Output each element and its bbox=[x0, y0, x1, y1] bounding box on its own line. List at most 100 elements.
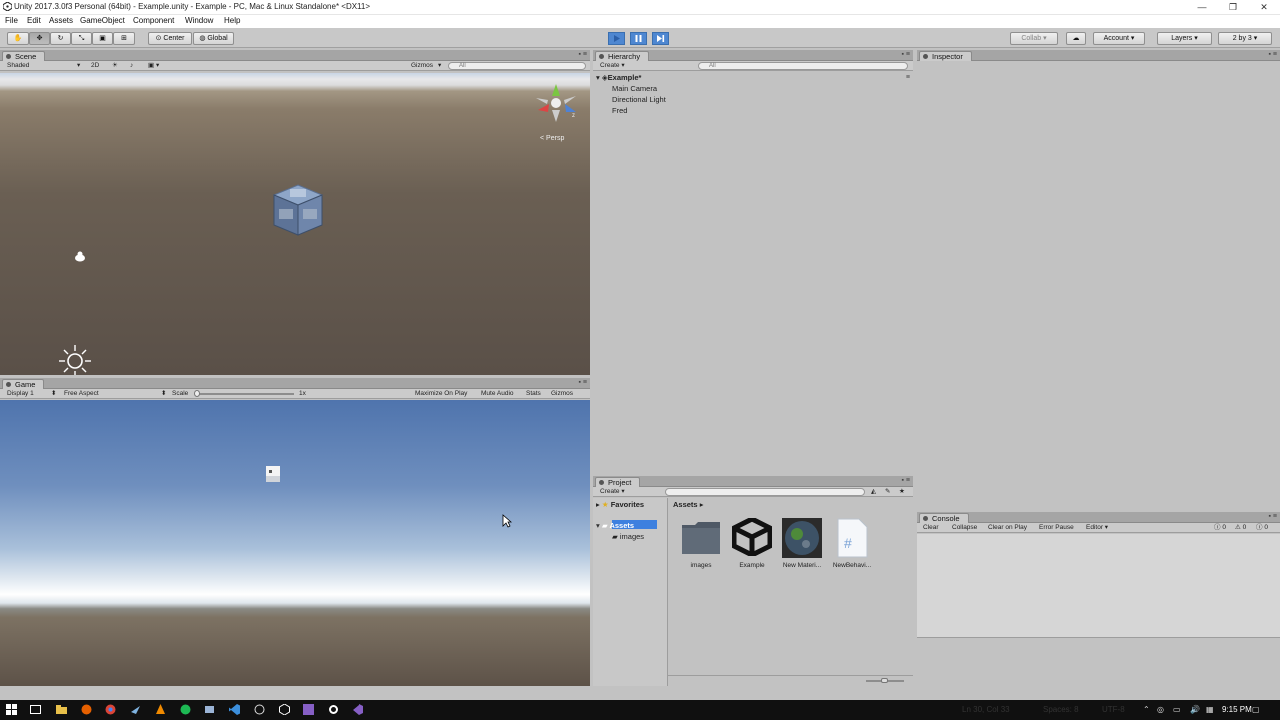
assets-root-item[interactable]: ▾ ▰ Assets bbox=[596, 521, 634, 530]
icon-size-slider-handle[interactable] bbox=[881, 678, 888, 683]
pivot-toggle[interactable]: ⊙ Center bbox=[148, 32, 192, 45]
error-count-toggle[interactable]: ⓘ 0 bbox=[1256, 523, 1268, 533]
console-collapse-toggle[interactable]: Collapse bbox=[952, 523, 977, 533]
assets-breadcrumb[interactable]: Assets ▸ bbox=[673, 500, 703, 509]
hierarchy-item-fred[interactable]: Fred bbox=[612, 106, 627, 115]
icon-size-slider[interactable] bbox=[866, 678, 904, 683]
close-icon[interactable]: ✕ bbox=[1248, 0, 1280, 15]
game-panel-menu-icon[interactable]: ▪ ≡ bbox=[578, 379, 587, 386]
game-gizmos-dropdown[interactable]: Gizmos bbox=[551, 389, 573, 399]
restore-icon[interactable]: ❐ bbox=[1217, 0, 1249, 15]
step-button[interactable] bbox=[652, 32, 669, 45]
tab-game[interactable]: Game bbox=[2, 379, 45, 389]
display-dropdown[interactable]: Display 1 bbox=[7, 389, 34, 399]
transform-tool-button[interactable]: ⊞ bbox=[113, 32, 135, 45]
menu-window[interactable]: Window bbox=[185, 16, 213, 25]
rotate-tool-button[interactable]: ↻ bbox=[50, 32, 71, 45]
tab-hierarchy[interactable]: Hierarchy bbox=[595, 51, 650, 61]
task-view-icon[interactable] bbox=[30, 704, 41, 715]
console-editor-dropdown[interactable]: Editor ▾ bbox=[1086, 523, 1108, 533]
menu-assets[interactable]: Assets bbox=[49, 16, 73, 25]
panel-menu-icon[interactable]: ▪ ≡ bbox=[578, 51, 587, 58]
clock-time[interactable]: 9:15 PM bbox=[1222, 705, 1252, 714]
pause-button[interactable] bbox=[630, 32, 647, 45]
notifications-icon[interactable]: ▢ bbox=[1252, 705, 1260, 714]
hierarchy-panel-menu-icon[interactable]: ▪ ≡ bbox=[901, 51, 910, 58]
collab-dropdown[interactable]: Collab ▾ bbox=[1010, 32, 1058, 45]
toggle-2d-button[interactable]: 2D bbox=[91, 61, 99, 71]
tab-scene[interactable]: Scene bbox=[2, 51, 46, 61]
cube-object[interactable] bbox=[270, 183, 326, 239]
images-folder-item[interactable]: ▰ images bbox=[612, 532, 644, 541]
move-tool-button[interactable]: ✥ bbox=[29, 32, 50, 45]
aspect-dropdown[interactable]: Free Aspect bbox=[64, 389, 99, 399]
rect-tool-button[interactable]: ▣ bbox=[92, 32, 113, 45]
orientation-gizmo-icon[interactable]: z bbox=[530, 84, 586, 124]
minimize-icon[interactable]: — bbox=[1186, 0, 1218, 15]
file-explorer-icon[interactable] bbox=[56, 704, 67, 715]
mute-audio-toggle[interactable]: Mute Audio bbox=[481, 389, 514, 399]
filter-type-icon[interactable]: ◭ bbox=[871, 487, 876, 497]
menu-edit[interactable]: Edit bbox=[27, 16, 41, 25]
visual-studio-icon-2[interactable] bbox=[352, 704, 363, 715]
unknown-app-icon[interactable] bbox=[130, 704, 141, 715]
tray-chevron-icon[interactable]: ⌃ bbox=[1143, 705, 1150, 714]
console-clear-button[interactable]: Clear bbox=[923, 523, 939, 533]
inspector-panel-menu-icon[interactable]: ▪ ≡ bbox=[1268, 51, 1277, 58]
hierarchy-search-input[interactable]: All bbox=[698, 62, 908, 70]
vscode-icon[interactable] bbox=[229, 704, 240, 715]
project-panel-menu-icon[interactable]: ▪ ≡ bbox=[901, 477, 910, 484]
keyboard-icon[interactable]: ▦ bbox=[1206, 705, 1214, 714]
hierarchy-item-main-camera[interactable]: Main Camera bbox=[612, 84, 657, 93]
game-viewport[interactable] bbox=[0, 400, 590, 686]
filter-label-icon[interactable]: ✎ bbox=[885, 487, 890, 497]
csharp-script-asset-icon[interactable]: # bbox=[835, 518, 869, 558]
chrome-icon[interactable] bbox=[105, 704, 116, 715]
project-search-input[interactable] bbox=[665, 488, 865, 496]
menu-file[interactable]: File bbox=[5, 16, 18, 25]
tray-app-icon[interactable]: ◎ bbox=[1157, 705, 1164, 714]
volume-icon[interactable]: 🔊 bbox=[1190, 705, 1200, 714]
camera-gizmo-icon[interactable] bbox=[73, 251, 87, 263]
folder-asset-icon[interactable] bbox=[681, 518, 721, 556]
network-icon[interactable]: ▭ bbox=[1173, 705, 1181, 714]
effects-toggle-icon[interactable]: ▣ ▾ bbox=[148, 61, 159, 71]
console-error-pause-toggle[interactable]: Error Pause bbox=[1039, 523, 1074, 533]
vlc-icon[interactable] bbox=[155, 704, 166, 715]
menu-component[interactable]: Component bbox=[133, 16, 174, 25]
sun-light-icon[interactable] bbox=[58, 343, 92, 375]
scene-search-input[interactable]: All bbox=[448, 62, 586, 70]
tab-inspector[interactable]: Inspector bbox=[919, 51, 972, 61]
play-button[interactable] bbox=[608, 32, 625, 45]
scene-viewport[interactable]: z < Persp bbox=[0, 73, 590, 375]
tab-project[interactable]: Project bbox=[595, 477, 641, 487]
gizmos-dropdown[interactable]: Gizmos bbox=[411, 61, 433, 71]
spotify-icon[interactable] bbox=[180, 704, 191, 715]
windows-start-icon[interactable] bbox=[6, 704, 17, 715]
stats-toggle[interactable]: Stats bbox=[526, 389, 541, 399]
unity-scene-asset-icon[interactable] bbox=[732, 518, 772, 556]
github-icon[interactable] bbox=[254, 704, 265, 715]
menu-help[interactable]: Help bbox=[224, 16, 240, 25]
scale-slider-handle[interactable] bbox=[194, 390, 200, 397]
project-create-dropdown[interactable]: Create ▾ bbox=[600, 487, 625, 497]
info-count-toggle[interactable]: ⓘ 0 bbox=[1214, 523, 1226, 533]
account-dropdown[interactable]: Account ▾ bbox=[1093, 32, 1145, 45]
unity-taskbar-icon[interactable] bbox=[279, 704, 290, 715]
layers-dropdown[interactable]: Layers ▾ bbox=[1157, 32, 1212, 45]
scene-root-item[interactable]: ▾ ◈Example* bbox=[596, 73, 641, 82]
layout-dropdown[interactable]: 2 by 3 ▾ bbox=[1218, 32, 1272, 45]
menu-gameobject[interactable]: GameObject bbox=[80, 16, 125, 25]
hierarchy-create-dropdown[interactable]: Create ▾ bbox=[600, 61, 625, 71]
hand-tool-button[interactable]: ✋ bbox=[7, 32, 29, 45]
favorites-item[interactable]: ▸ ★ Favorites bbox=[596, 500, 644, 509]
warning-count-toggle[interactable]: ⚠ 0 bbox=[1235, 523, 1246, 533]
space-toggle[interactable]: ◍ Global bbox=[193, 32, 234, 45]
tab-console[interactable]: Console bbox=[919, 513, 969, 523]
audio-toggle-icon[interactable]: ♪ bbox=[130, 61, 133, 71]
hierarchy-item-directional-light[interactable]: Directional Light bbox=[612, 95, 666, 104]
settings-gear-icon[interactable] bbox=[328, 704, 339, 715]
console-panel-menu-icon[interactable]: ▪ ≡ bbox=[1268, 513, 1277, 520]
scale-slider[interactable] bbox=[194, 390, 294, 397]
console-clear-on-play-toggle[interactable]: Clear on Play bbox=[988, 523, 1027, 533]
